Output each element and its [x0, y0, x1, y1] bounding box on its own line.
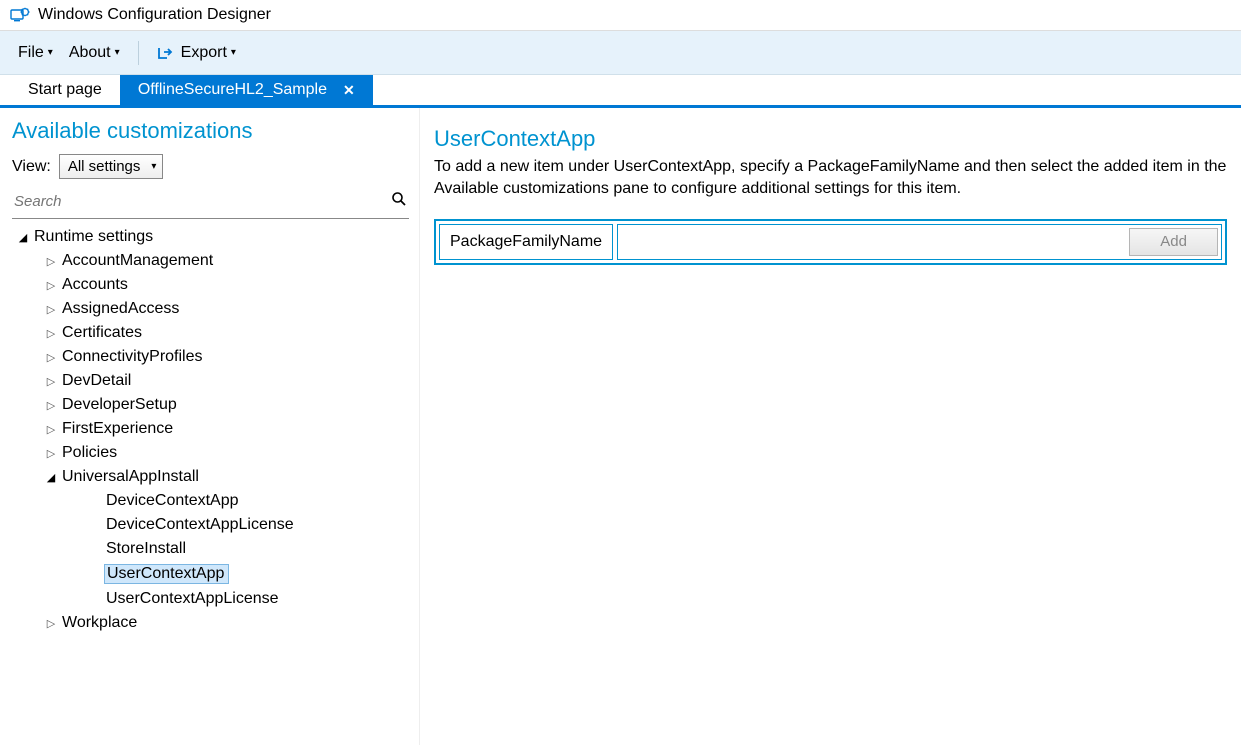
tree-node[interactable]: ▷FirstExperience: [12, 417, 409, 441]
packagefamilyname-input[interactable]: [621, 228, 1129, 256]
chevron-down-icon: ▾: [48, 47, 53, 58]
sidebar: Available customizations View: All setti…: [0, 108, 420, 745]
chevron-down-icon: ▾: [231, 47, 236, 58]
tree-node[interactable]: ▷Workplace: [12, 611, 409, 635]
titlebar: Windows Configuration Designer: [0, 0, 1241, 31]
chevron-right-icon: ▷: [44, 375, 58, 388]
chevron-right-icon: ▷: [44, 303, 58, 316]
search-input[interactable]: [14, 193, 391, 210]
tree-node[interactable]: ▷AssignedAccess: [12, 297, 409, 321]
search-row: [12, 187, 409, 219]
view-select[interactable]: All settings: [59, 154, 164, 179]
view-label: View:: [12, 158, 51, 176]
app-icon: [10, 7, 30, 23]
tree-node-runtime-settings[interactable]: ◢ Runtime settings: [12, 225, 409, 249]
tabbar: Start page OfflineSecureHL2_Sample ✕: [0, 75, 1241, 108]
content: Available customizations View: All setti…: [0, 108, 1241, 745]
chevron-right-icon: ▷: [44, 617, 58, 630]
tree-node[interactable]: ▷Certificates: [12, 321, 409, 345]
setting-description: To add a new item under UserContextApp, …: [434, 156, 1227, 201]
chevron-down-icon: ◢: [16, 231, 30, 244]
view-row: View: All settings: [12, 154, 409, 179]
menu-file[interactable]: File▾: [10, 31, 61, 74]
export-icon: [157, 45, 175, 61]
menu-export[interactable]: Export▾: [149, 31, 244, 74]
tree-leaf[interactable]: ▷DeviceContextAppLicense: [12, 513, 409, 537]
sidebar-title: Available customizations: [12, 118, 409, 144]
chevron-right-icon: ▷: [44, 399, 58, 412]
tree-node[interactable]: ▷DeveloperSetup: [12, 393, 409, 417]
tree-node[interactable]: ▷DevDetail: [12, 369, 409, 393]
tree-leaf-usercontextapp[interactable]: ▷UserContextApp: [12, 561, 409, 587]
menu-about[interactable]: About▾: [61, 31, 128, 74]
chevron-right-icon: ▷: [44, 279, 58, 292]
chevron-right-icon: ▷: [44, 351, 58, 364]
menubar: File▾ About▾ Export▾: [0, 31, 1241, 75]
field-row: PackageFamilyName Add: [434, 219, 1227, 265]
field-input-wrap: Add: [617, 224, 1222, 260]
tab-start-page[interactable]: Start page: [10, 75, 120, 105]
setting-title: UserContextApp: [434, 126, 1227, 152]
menu-separator: [138, 41, 139, 65]
add-button[interactable]: Add: [1129, 228, 1218, 256]
search-icon[interactable]: [391, 191, 407, 212]
chevron-down-icon: ▾: [115, 47, 120, 58]
tab-project[interactable]: OfflineSecureHL2_Sample ✕: [120, 75, 373, 105]
tree-node[interactable]: ▷AccountManagement: [12, 249, 409, 273]
chevron-right-icon: ▷: [44, 447, 58, 460]
chevron-right-icon: ▷: [44, 255, 58, 268]
chevron-right-icon: ▷: [44, 327, 58, 340]
tree-node-universalappinstall[interactable]: ◢UniversalAppInstall: [12, 465, 409, 489]
tree-node[interactable]: ▷ConnectivityProfiles: [12, 345, 409, 369]
chevron-down-icon: ◢: [44, 471, 58, 484]
tree-leaf[interactable]: ▷DeviceContextApp: [12, 489, 409, 513]
tree-node[interactable]: ▷Policies: [12, 441, 409, 465]
close-icon[interactable]: ✕: [343, 82, 355, 99]
main-panel: UserContextApp To add a new item under U…: [420, 108, 1241, 745]
tree-leaf[interactable]: ▷StoreInstall: [12, 537, 409, 561]
chevron-right-icon: ▷: [44, 423, 58, 436]
field-label-packagefamilyname: PackageFamilyName: [439, 224, 613, 260]
tree-node[interactable]: ▷Accounts: [12, 273, 409, 297]
settings-tree: ◢ Runtime settings ▷AccountManagement ▷A…: [12, 225, 409, 635]
tree-leaf[interactable]: ▷UserContextAppLicense: [12, 587, 409, 611]
app-title: Windows Configuration Designer: [38, 6, 271, 24]
